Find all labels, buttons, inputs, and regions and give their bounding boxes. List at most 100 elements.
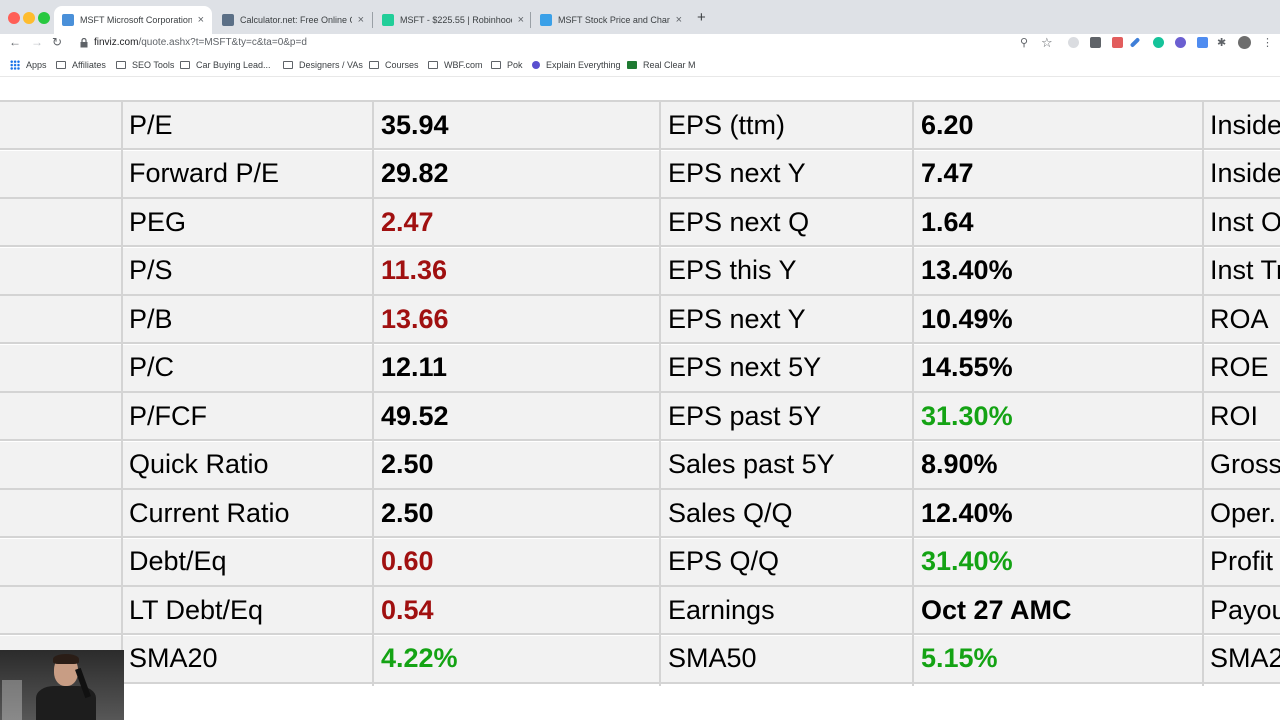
extension-icon[interactable] — [1112, 37, 1123, 48]
table-row: Current Ratio 2.50 Sales Q/Q 12.40% Oper. Ma… — [0, 490, 1280, 538]
bookmark-item[interactable]: Pok — [491, 60, 523, 70]
bookmark-label: SEO Tools — [132, 60, 175, 70]
metric-value: 0.54 — [381, 594, 434, 625]
bookmark-label: Pok — [507, 60, 523, 70]
metric-label: Sales Q/Q — [668, 497, 793, 528]
column-divider — [912, 100, 914, 686]
bookmark-label: Explain Everything — [546, 60, 621, 70]
zoom-icon[interactable]: ⚲ — [1020, 36, 1028, 49]
tab-close-icon[interactable]: × — [358, 14, 364, 26]
bookmark-item[interactable]: Car Buying Lead... — [180, 60, 271, 70]
metric-value: 31.30% — [921, 400, 1013, 431]
reload-button[interactable]: ↻ — [52, 35, 62, 49]
metric-label: Sales past 5Y — [668, 449, 835, 479]
metric-value: 49.52 — [381, 400, 449, 431]
metric-label: Oper. Margin — [1210, 497, 1280, 528]
column-divider — [121, 100, 123, 686]
grammarly-icon[interactable] — [1153, 37, 1164, 48]
metric-label: ROA — [1210, 303, 1269, 334]
folder-icon — [56, 61, 66, 69]
profile-avatar[interactable] — [1238, 36, 1251, 49]
metric-label: EPS next 5Y — [668, 352, 822, 382]
minimize-window-button[interactable] — [23, 12, 35, 24]
metric-value: 2.50 — [381, 449, 434, 479]
metric-label: P/S — [129, 255, 173, 285]
metric-value: 2.50 — [381, 497, 434, 528]
webcam-overlay — [0, 650, 124, 720]
tab-close-icon[interactable]: × — [518, 14, 524, 26]
metric-value: 13.40% — [921, 255, 1013, 285]
metric-label: Inst Own — [1210, 206, 1280, 237]
metric-label: ROE — [1210, 352, 1269, 382]
metric-label: Insider Own — [1210, 109, 1280, 140]
table-row: P/S 11.36 EPS this Y 13.40% Inst Trans — [0, 247, 1280, 296]
tab-separator — [530, 12, 531, 28]
new-tab-button[interactable]: + — [697, 9, 706, 26]
metric-value: 31.40% — [921, 546, 1013, 576]
bookmark-item[interactable]: SEO Tools — [116, 60, 174, 70]
bookmark-item[interactable]: Affiliates — [56, 60, 106, 70]
metric-value: 8.90% — [921, 449, 998, 479]
apps-grid-icon — [10, 60, 20, 70]
metric-label: ROI — [1210, 400, 1259, 431]
metric-value: 6.20 — [921, 109, 974, 140]
maximize-window-button[interactable] — [38, 12, 50, 24]
tab-title: MSFT Microsoft Corporation Stock — [80, 15, 192, 25]
bookmark-item[interactable]: Apps — [10, 60, 47, 70]
bookmark-label: Car Buying Lead... — [196, 60, 271, 70]
folder-icon — [369, 61, 379, 69]
browser-tab[interactable]: MSFT Stock Price and Chart — × — [532, 6, 690, 34]
extension-icon[interactable] — [1197, 37, 1208, 48]
table-row: Quick Ratio 2.50 Sales past 5Y 8.90% Gross M… — [0, 441, 1280, 490]
table-row: Debt/Eq 0.60 EPS Q/Q 31.40% Profit Margin — [0, 538, 1280, 587]
metric-label: EPS this Y — [668, 255, 797, 285]
metric-label: Insider Trans — [1210, 158, 1280, 188]
metric-value: 29.82 — [381, 158, 449, 188]
metric-label: LT Debt/Eq — [129, 594, 264, 625]
table-top-border — [0, 100, 1280, 102]
metric-label: Forward P/E — [129, 158, 280, 188]
extension-icon[interactable] — [1090, 37, 1101, 48]
bookmark-item[interactable]: Courses — [369, 60, 419, 70]
metric-label: SMA20 — [129, 643, 218, 673]
table-row: Forward P/E 29.82 EPS next Y 7.47 Insider Tr… — [0, 150, 1280, 199]
rcm-icon — [627, 61, 637, 69]
column-divider — [659, 100, 661, 686]
browser-tab[interactable]: MSFT - $225.55 | Robinhood × — [374, 6, 532, 34]
browser-tab[interactable]: Calculator.net: Free Online Calc × — [214, 6, 372, 34]
metric-value: 13.66 — [381, 303, 449, 334]
browser-menu-icon[interactable]: ⋮ — [1262, 36, 1273, 49]
bookmark-label: Designers / VAs — [299, 60, 363, 70]
url-text[interactable]: finviz.com/quote.ashx?t=MSFT&ty=c&ta=0&p… — [94, 37, 307, 48]
metric-value: 35.94 — [381, 109, 449, 140]
close-window-button[interactable] — [8, 12, 20, 24]
table-row: P/E 35.94 EPS (ttm) 6.20 Insider Own — [0, 102, 1280, 150]
tab-close-icon[interactable]: × — [676, 14, 682, 26]
browser-tab[interactable]: MSFT Microsoft Corporation Stock × — [54, 6, 212, 34]
metric-label: Debt/Eq — [129, 546, 227, 576]
bookmark-star-icon[interactable]: ☆ — [1041, 35, 1053, 51]
metric-label: P/B — [129, 303, 173, 334]
metric-label: EPS next Q — [668, 206, 810, 237]
explain-everything-icon — [532, 61, 540, 69]
folder-icon — [180, 61, 190, 69]
extension-icon[interactable] — [1175, 37, 1186, 48]
bookmark-item[interactable]: WBF.com — [428, 60, 483, 70]
back-button[interactable]: ← — [9, 35, 21, 49]
bookmark-item[interactable]: Designers / VAs — [283, 60, 363, 70]
tab-favicon-icon — [62, 14, 74, 26]
forward-button[interactable]: → — [31, 35, 43, 49]
metric-value: 14.55% — [921, 352, 1013, 382]
metric-label: SMA50 — [668, 643, 757, 673]
metric-value: 4.22% — [381, 643, 458, 673]
extensions-puzzle-icon[interactable]: ✱ — [1217, 36, 1226, 49]
tab-close-icon[interactable]: × — [198, 14, 204, 26]
bookmark-item[interactable]: Real Clear M — [627, 60, 696, 70]
folder-icon — [491, 61, 501, 69]
metric-value: 11.36 — [381, 255, 448, 285]
metric-value: 12.11 — [381, 352, 448, 382]
extension-icon[interactable] — [1068, 37, 1079, 48]
metric-label: Gross Margin — [1210, 449, 1280, 479]
bookmark-item[interactable]: Explain Everything — [532, 60, 621, 70]
table-row: P/C 12.11 EPS next 5Y 14.55% ROE — [0, 344, 1280, 393]
